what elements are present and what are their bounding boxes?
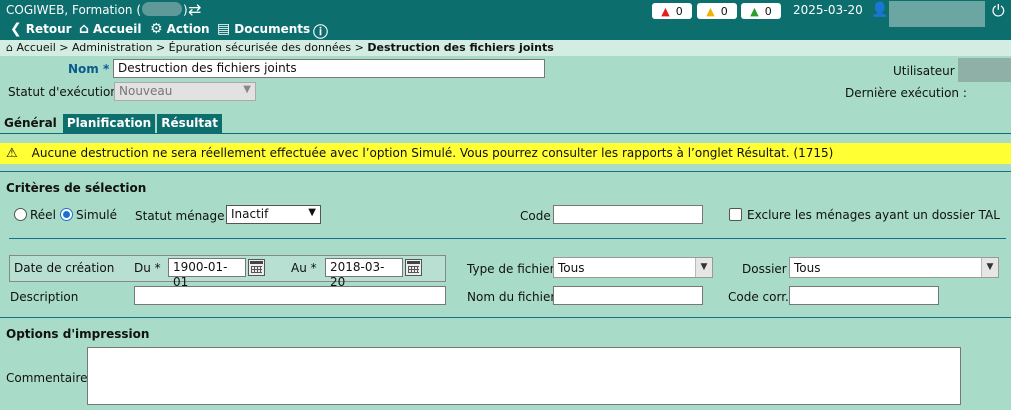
code-input[interactable] [553, 205, 703, 224]
breadcrumb-path[interactable]: Accueil > Administration > Épuration séc… [16, 41, 367, 54]
description-label: Description [10, 290, 79, 304]
code-corr-label: Code corr. [728, 290, 789, 304]
alert-green-button[interactable]: ▲ 0 [741, 3, 781, 19]
type-fichier-select[interactable]: Tous ▼ [553, 257, 713, 278]
tab-planification[interactable]: Planification [62, 114, 156, 134]
radio-reel-control[interactable] [14, 208, 27, 221]
home-label: Accueil [93, 22, 142, 36]
breadcrumb: ⌂ Accueil > Administration > Épuration s… [0, 40, 1011, 56]
warning-text: Aucune destruction ne sera réellement ef… [31, 146, 834, 160]
tab-bar: Général Planification Résultat [0, 114, 222, 134]
nom-fichier-input[interactable] [553, 286, 703, 305]
print-options-title: Options d'impression [6, 327, 150, 341]
alert-yellow-count: 0 [720, 4, 728, 18]
radio-reel[interactable]: Réel [14, 208, 56, 222]
redacted-user [889, 1, 985, 27]
derniere-execution-label: Dernière exécution : [845, 86, 967, 100]
statut-execution-value: Nouveau [119, 84, 173, 98]
radio-reel-label: Réel [30, 208, 56, 222]
statut-menage-value: Inactif [231, 207, 269, 221]
nom-input[interactable]: Destruction des fichiers joints [113, 59, 545, 78]
alert-red-count: 0 [675, 4, 683, 18]
dossier-value: Tous [794, 261, 821, 275]
required-marker: * [102, 62, 110, 76]
au-date-input[interactable]: 2018-03-20 [325, 258, 403, 289]
utilisateur-label: Utilisateur : [893, 64, 963, 78]
nom-fichier-label: Nom du fichier [467, 290, 556, 304]
chevron-down-icon[interactable]: ▼ [695, 258, 712, 277]
gear-icon: ⚙ [150, 21, 163, 37]
breadcrumb-current: Destruction des fichiers joints [367, 41, 554, 54]
alert-red-button[interactable]: ▲ 0 [652, 3, 692, 19]
type-fichier-value: Tous [558, 261, 585, 275]
statut-execution-label: Statut d'exécution [8, 85, 118, 99]
home-icon: ⌂ [79, 21, 90, 37]
radio-simule[interactable]: Simulé [60, 208, 117, 222]
statut-menage-label: Statut ménage [135, 209, 225, 223]
home-icon[interactable]: ⌂ [6, 41, 16, 54]
tab-general[interactable]: Général [0, 114, 61, 134]
au-label: Au * [291, 261, 317, 275]
dossier-select[interactable]: Tous ▼ [789, 257, 999, 278]
description-input[interactable] [134, 286, 446, 305]
user-icon[interactable]: 👤 [871, 2, 888, 18]
date-creation-label: Date de création [14, 261, 115, 275]
statut-menage-select[interactable]: Inactif ▼ [226, 205, 321, 224]
commentaire-label: Commentaire [6, 371, 88, 385]
tab-divider [0, 133, 1011, 134]
documents-button[interactable]: ▤ Documents [217, 21, 310, 37]
action-button[interactable]: ⚙ Action [150, 21, 210, 37]
warning-banner: ⚠ Aucune destruction ne sera réellement e… [0, 143, 1011, 164]
code-corr-input[interactable] [789, 286, 939, 305]
help-icon: ⓘ [313, 23, 329, 41]
exclure-checkbox[interactable] [729, 208, 742, 221]
divider [0, 317, 1011, 318]
radio-simule-label: Simulé [76, 208, 117, 222]
du-date-input[interactable]: 1900-01-01 [168, 258, 246, 289]
code-label: Code [520, 209, 551, 223]
redacted-user-value [958, 58, 1011, 82]
calendar-icon[interactable] [248, 259, 265, 276]
bell-yellow-icon: ▲ [706, 4, 715, 18]
top-bar: COGIWEB, Formation () ⇄ ❮ Retour ⌂ Accueil… [0, 0, 1011, 42]
action-label: Action [166, 22, 210, 36]
alert-green-count: 0 [764, 4, 772, 18]
back-label: Retour [25, 22, 72, 36]
switch-icon[interactable]: ⇄ [188, 0, 201, 19]
divider [0, 171, 1011, 172]
app-title-prefix: COGIWEB, Formation ( [6, 3, 142, 17]
documents-label: Documents [234, 22, 311, 36]
calendar-icon[interactable] [405, 259, 422, 276]
statut-execution-select: Nouveau ▼ [114, 82, 256, 101]
chevron-down-icon[interactable]: ▼ [981, 258, 998, 277]
bell-red-icon: ▲ [661, 4, 670, 18]
home-button[interactable]: ⌂ Accueil [79, 21, 141, 37]
radio-simule-control[interactable] [60, 208, 73, 221]
type-fichier-label: Type de fichier [467, 262, 555, 276]
documents-icon: ▤ [217, 21, 231, 37]
commentaire-textarea[interactable] [87, 347, 961, 405]
chevron-down-icon: ▼ [308, 207, 316, 218]
dossier-label: Dossier [742, 262, 787, 276]
nom-label: Nom * [68, 62, 109, 76]
criteria-title: Critères de sélection [6, 181, 147, 195]
chevron-down-icon: ▼ [243, 84, 251, 95]
tab-resultat[interactable]: Résultat [157, 114, 222, 134]
power-icon[interactable]: ⏻ [992, 1, 1005, 21]
help-button[interactable]: ⓘ [313, 21, 332, 42]
du-label: Du * [134, 261, 161, 275]
divider [9, 238, 1006, 239]
exclure-label: Exclure les ménages ayant un dossier TAL [747, 208, 1000, 222]
bell-green-icon: ▲ [750, 4, 759, 18]
back-button[interactable]: ❮ Retour [10, 21, 72, 37]
nom-label-text: Nom [68, 62, 99, 76]
warning-icon: ⚠ [6, 146, 18, 161]
app-title: COGIWEB, Formation () [6, 2, 188, 17]
current-date: 2025-03-20 [793, 3, 863, 17]
alert-yellow-button[interactable]: ▲ 0 [697, 3, 737, 19]
chevron-left-icon: ❮ [10, 21, 22, 37]
redacted-field [142, 2, 183, 16]
